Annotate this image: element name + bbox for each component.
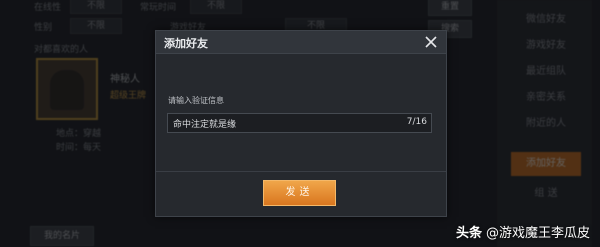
send-button[interactable]: 发送: [263, 180, 336, 206]
verification-message-value: 命中注定就是缘: [173, 120, 237, 130]
watermark: 头条 @游戏魔王李瓜皮: [456, 222, 590, 241]
verification-message-input[interactable]: 命中注定就是缘 7/16: [167, 113, 432, 133]
dialog-title: 添加好友: [164, 37, 208, 50]
add-friend-dialog: 添加好友 请输入验证信息 命中注定就是缘 7/16 发送: [155, 30, 447, 217]
watermark-brand: 头条: [455, 226, 482, 241]
dialog-header: 添加好友: [156, 31, 446, 54]
dialog-divider: [156, 171, 446, 172]
close-icon: [425, 36, 437, 48]
verification-prompt: 请输入验证信息: [168, 96, 224, 105]
watermark-author: @游戏魔王李瓜皮: [485, 226, 590, 241]
close-button[interactable]: [421, 32, 441, 52]
character-count: 7/16: [406, 117, 427, 127]
